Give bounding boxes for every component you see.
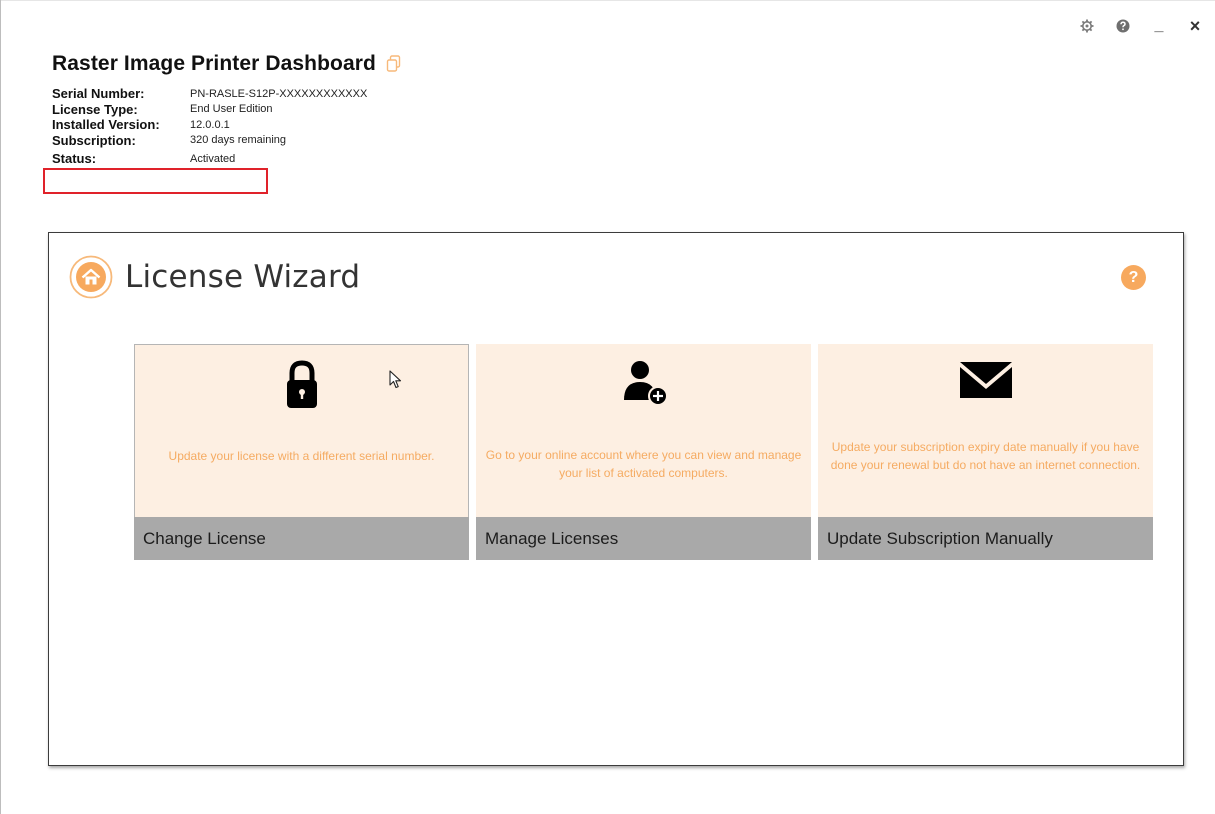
envelope-icon (959, 362, 1012, 398)
subscription-value: 320 days remaining (190, 134, 287, 147)
card-description: Go to your online account where you can … (485, 448, 802, 480)
title-row: Raster Image Printer Dashboard (52, 52, 402, 76)
gear-icon (1080, 19, 1094, 33)
minimize-icon: _ (1154, 17, 1164, 34)
info-row-serial: Serial Number: PN-RASLE-S12P-XXXXXXXXXXX… (52, 86, 367, 102)
license-wizard-panel: License Wizard ? Update your license wit… (48, 232, 1184, 766)
close-button[interactable]: × (1187, 15, 1203, 36)
change-license-card[interactable]: Update your license with a different ser… (134, 344, 469, 560)
wizard-cards: Update your license with a different ser… (134, 344, 1153, 560)
installed-version-value: 12.0.0.1 (190, 118, 230, 131)
card-footer[interactable]: Update Subscription Manually (818, 517, 1153, 560)
update-subscription-card[interactable]: Update your subscription expiry date man… (818, 344, 1153, 560)
question-icon (1116, 19, 1130, 33)
update-subscription-label: Update Subscription Manually (827, 528, 1053, 548)
wizard-header: License Wizard (69, 255, 360, 299)
wizard-title: License Wizard (125, 259, 361, 295)
serial-number-value: PN-RASLE-S12P-XXXXXXXXXXXX (190, 87, 368, 100)
window-left-edge (0, 0, 1, 814)
add-user-icon (623, 361, 668, 406)
info-row-license-type: License Type: End User Edition (52, 102, 367, 118)
card-footer[interactable]: Manage Licenses (476, 517, 811, 560)
manage-licenses-label: Manage Licenses (485, 528, 619, 548)
window-top-edge (0, 0, 1215, 1)
status-value: Activated (190, 152, 236, 165)
window-controls: _ × (1079, 15, 1203, 36)
question-icon: ? (1128, 268, 1139, 286)
status-highlight-box (43, 168, 268, 194)
serial-number-label: Serial Number: (52, 86, 145, 102)
mouse-cursor-icon (389, 370, 402, 389)
close-icon: × (1189, 15, 1201, 36)
info-row-subscription: Subscription: 320 days remaining (52, 133, 367, 149)
lock-icon (286, 360, 317, 408)
installed-version-label: Installed Version: (52, 117, 160, 133)
change-license-label: Change License (143, 528, 266, 548)
copy-icon[interactable] (386, 55, 402, 73)
card-description: Update your subscription expiry date man… (830, 440, 1141, 472)
page-title: Raster Image Printer Dashboard (52, 52, 376, 75)
wizard-help-button[interactable]: ? (1121, 265, 1146, 290)
card-body: Update your subscription expiry date man… (818, 344, 1153, 517)
license-type-value: End User Edition (190, 103, 273, 116)
status-label: Status: (52, 151, 97, 167)
card-footer[interactable]: Change License (134, 517, 469, 560)
license-type-label: License Type: (52, 101, 138, 117)
settings-button[interactable] (1079, 18, 1095, 34)
subscription-label: Subscription: (52, 132, 136, 148)
info-row-version: Installed Version: 12.0.0.1 (52, 117, 367, 133)
card-description: Update your license with a different ser… (168, 449, 435, 463)
help-window-button[interactable] (1115, 18, 1131, 34)
manage-licenses-card[interactable]: Go to your online account where you can … (476, 344, 811, 560)
home-icon[interactable] (69, 255, 113, 299)
info-row-status: Status: Activated (52, 151, 367, 167)
minimize-button[interactable]: _ (1151, 18, 1167, 34)
card-body: Go to your online account where you can … (476, 344, 811, 517)
card-body: Update your license with a different ser… (134, 344, 469, 517)
license-info: Serial Number: PN-RASLE-S12P-XXXXXXXXXXX… (52, 86, 367, 167)
